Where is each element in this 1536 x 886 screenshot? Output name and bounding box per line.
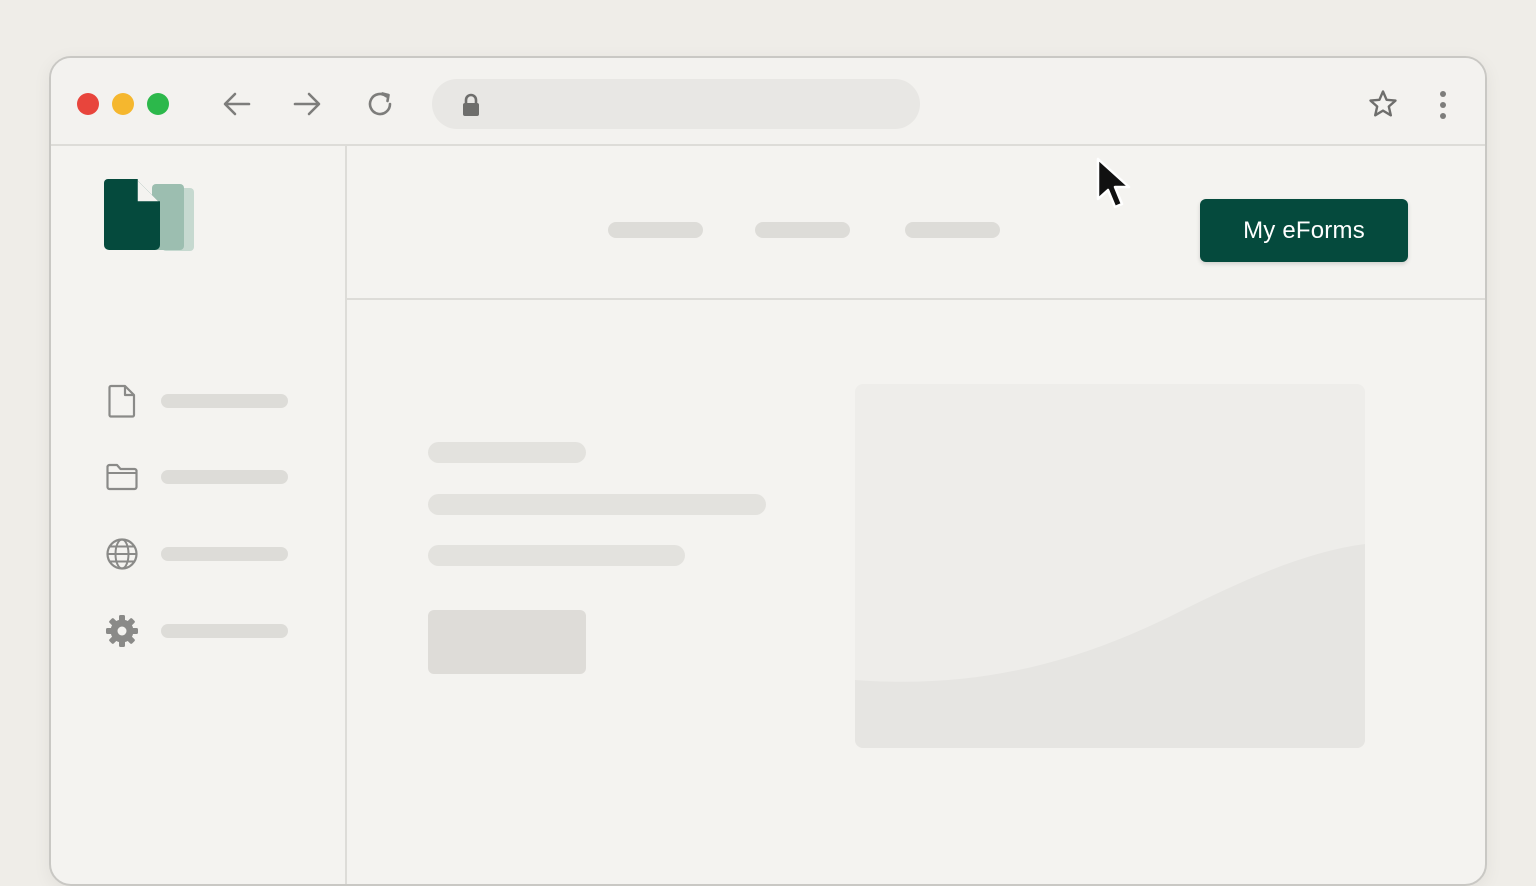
main-content: My eForms [347, 146, 1485, 884]
nav-item[interactable] [905, 222, 1000, 238]
maximize-window-button[interactable] [147, 93, 169, 115]
top-navigation: My eForms [347, 146, 1485, 300]
hero-text-placeholder [428, 545, 685, 566]
documents-logo[interactable] [104, 179, 196, 260]
reload-icon[interactable] [362, 87, 398, 121]
my-eforms-button[interactable]: My eForms [1200, 199, 1408, 262]
close-window-button[interactable] [77, 93, 99, 115]
browser-toolbar [51, 58, 1485, 146]
sidebar [51, 146, 347, 884]
address-bar[interactable] [432, 79, 920, 129]
sidebar-item-label [161, 394, 288, 408]
hero-heading-placeholder [428, 442, 586, 463]
browser-window: My eForms [49, 56, 1487, 886]
more-vert-icon[interactable] [1431, 88, 1455, 122]
lock-icon [458, 92, 484, 123]
sidebar-item-folders[interactable] [104, 459, 294, 495]
nav-item[interactable] [608, 222, 703, 238]
hero-button-placeholder[interactable] [428, 610, 586, 674]
mouse-cursor-icon [1096, 157, 1136, 222]
sidebar-item-label [161, 470, 288, 484]
gear-icon [104, 613, 140, 649]
sidebar-item-documents[interactable] [104, 383, 294, 419]
nav-item[interactable] [755, 222, 850, 238]
file-icon [104, 383, 140, 419]
star-icon[interactable] [1365, 86, 1401, 122]
back-arrow-icon[interactable] [219, 88, 255, 120]
forward-arrow-icon[interactable] [289, 88, 325, 120]
sidebar-item-settings[interactable] [104, 613, 294, 649]
folder-icon [104, 459, 140, 495]
globe-icon [104, 536, 140, 572]
sidebar-item-web[interactable] [104, 536, 294, 572]
hero-image-placeholder [855, 384, 1365, 748]
sidebar-item-label [161, 624, 288, 638]
sidebar-item-label [161, 547, 288, 561]
minimize-window-button[interactable] [112, 93, 134, 115]
hero-text-placeholder [428, 494, 766, 515]
